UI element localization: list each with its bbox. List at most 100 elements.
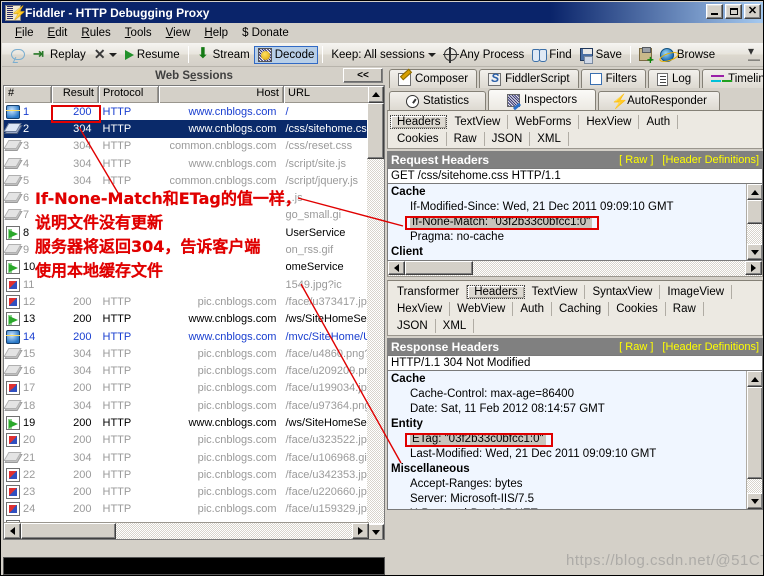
- decode-button[interactable]: Decode: [253, 45, 319, 64]
- column-header-result[interactable]: Result: [52, 86, 99, 103]
- response-header-item[interactable]: Date: Sat, 11 Feb 2012 08:14:57 GMT: [388, 402, 762, 417]
- tab-inspectors[interactable]: Inspectors: [488, 89, 597, 110]
- table-row[interactable]: 16 304 HTTP pic.cnblogs.com/face/u209209.pn…: [4, 362, 368, 379]
- request-header-item[interactable]: Accept: */*: [388, 260, 762, 261]
- menu-help[interactable]: Help: [197, 25, 235, 41]
- scroll-track[interactable]: [367, 103, 384, 523]
- request-scroll-thumb[interactable]: [747, 200, 762, 224]
- request-subtab-textview[interactable]: TextView: [447, 114, 509, 129]
- response-scroll-thumb[interactable]: [747, 387, 762, 479]
- tab-timeline[interactable]: Timeline: [702, 69, 763, 88]
- tab-statistics[interactable]: Statistics: [389, 91, 487, 110]
- resume-button[interactable]: Resume: [121, 47, 184, 63]
- remove-button[interactable]: ✕: [90, 47, 121, 63]
- request-subtab-headers[interactable]: Headers: [390, 114, 448, 129]
- menu-tools[interactable]: Tools: [118, 25, 159, 41]
- column-header-url[interactable]: URL: [284, 86, 370, 103]
- table-row[interactable]: 19 200 HTTP www.cnblogs.com/ws/SiteHomeServ…: [4, 414, 368, 431]
- tab-filters[interactable]: Filters: [580, 69, 646, 88]
- request-subtab-json[interactable]: JSON: [485, 131, 531, 146]
- scroll-right-button[interactable]: [352, 523, 369, 539]
- request-headers-vscroll[interactable]: [746, 184, 762, 260]
- menu-rules[interactable]: Rules: [74, 25, 117, 41]
- tab-log[interactable]: Log: [647, 69, 701, 88]
- table-row[interactable]: 24 200 HTTP pic.cnblogs.com/face/u159329.jp…: [4, 501, 368, 518]
- any-process-button[interactable]: Any Process: [440, 46, 529, 63]
- response-subtab-cookies[interactable]: Cookies: [609, 301, 666, 316]
- response-subtab-transformer[interactable]: Transformer: [390, 284, 468, 299]
- request-subtab-webforms[interactable]: WebForms: [508, 114, 580, 129]
- comment-button[interactable]: [7, 47, 29, 62]
- table-row[interactable]: 13 200 HTTP www.cnblogs.com/ws/SiteHomeServ…: [4, 311, 368, 328]
- response-headers-vscroll[interactable]: [746, 371, 762, 509]
- request-subtab-auth[interactable]: Auth: [639, 114, 679, 129]
- replay-button[interactable]: ⇥ Replay: [29, 46, 90, 63]
- tab-composer[interactable]: Composer: [389, 69, 478, 88]
- minimize-button[interactable]: [706, 4, 723, 19]
- sessions-vertical-scrollbar[interactable]: [367, 103, 384, 539]
- response-subtab-headers[interactable]: Headers: [467, 284, 525, 299]
- response-scroll-up-button[interactable]: [747, 371, 762, 387]
- request-header-item[interactable]: If-Modified-Since: Wed, 21 Dec 2011 09:0…: [388, 200, 762, 215]
- response-header-item[interactable]: Accept-Ranges: bytes: [388, 477, 762, 492]
- response-subtab-auth[interactable]: Auth: [513, 301, 552, 316]
- request-scroll-up-button[interactable]: [747, 184, 762, 200]
- toolbar-overflow-button[interactable]: ▾ —: [748, 45, 760, 65]
- browse-button[interactable]: Browse: [656, 46, 719, 64]
- table-row[interactable]: 21 304 HTTP pic.cnblogs.com/face/u106968.gi…: [4, 449, 368, 466]
- response-raw-link[interactable]: [ Raw ]: [619, 341, 653, 353]
- hscroll-track[interactable]: [116, 523, 352, 539]
- grid-scroll-up-button[interactable]: [368, 86, 384, 103]
- table-row[interactable]: 3 304 HTTP common.cnblogs.com/css/reset.css: [4, 138, 368, 155]
- response-header-item[interactable]: Last-Modified: Wed, 21 Dec 2011 09:09:10…: [388, 447, 762, 462]
- response-subtab-xml[interactable]: XML: [436, 318, 475, 333]
- table-row[interactable]: 10 omeService: [4, 259, 368, 276]
- response-defs-link[interactable]: [Header Definitions]: [662, 341, 759, 353]
- response-subtab-webview[interactable]: WebView: [450, 301, 514, 316]
- hscroll-thumb[interactable]: [21, 523, 116, 539]
- column-header-num[interactable]: #: [4, 86, 52, 103]
- menu-file[interactable]: File: [8, 25, 41, 41]
- menu-edit[interactable]: Edit: [41, 25, 75, 41]
- request-subtab-hexview[interactable]: HexView: [579, 114, 640, 129]
- response-subtab-caching[interactable]: Caching: [552, 301, 610, 316]
- save-button[interactable]: Save: [576, 46, 626, 64]
- request-subtab-xml[interactable]: XML: [530, 131, 569, 146]
- request-scroll-down-button[interactable]: [747, 244, 762, 260]
- maximize-button[interactable]: [725, 4, 742, 19]
- response-subtab-hexview[interactable]: HexView: [390, 301, 451, 316]
- request-hscroll-left-button[interactable]: [388, 261, 405, 275]
- response-header-item[interactable]: Cache-Control: max-age=86400: [388, 387, 762, 402]
- table-row[interactable]: 2 304 HTTP www.cnblogs.com/css/sitehome.css: [4, 120, 368, 138]
- find-button[interactable]: Find: [528, 47, 575, 63]
- collapse-panel-button[interactable]: <<: [343, 68, 383, 83]
- request-scroll-track[interactable]: [747, 224, 762, 244]
- table-row[interactable]: 23 200 HTTP pic.cnblogs.com/face/u220660.jp…: [4, 484, 368, 501]
- tab-fiddlerscript[interactable]: FiddlerScript: [479, 69, 579, 88]
- table-row[interactable]: 22 200 HTTP pic.cnblogs.com/face/u342353.jp…: [4, 466, 368, 483]
- table-row[interactable]: 5 304 HTTP common.cnblogs.com/script/jquery…: [4, 172, 368, 189]
- table-row[interactable]: 20 200 HTTP pic.cnblogs.com/face/u323522.jp…: [4, 432, 368, 449]
- request-header-item[interactable]: Pragma: no-cache: [388, 230, 762, 245]
- table-row[interactable]: 4 304 HTTP www.cnblogs.com/script/site.js: [4, 155, 368, 172]
- response-header-item[interactable]: X-Powered-By: ASP.NET: [388, 507, 762, 509]
- menu-donate[interactable]: $ Donate: [235, 25, 296, 41]
- request-raw-link[interactable]: [ Raw ]: [619, 154, 653, 166]
- table-row[interactable]: 9 on_rss.gif: [4, 241, 368, 258]
- table-row[interactable]: 18 304 HTTP pic.cnblogs.com/face/u97364.png…: [4, 397, 368, 414]
- sessions-horizontal-scrollbar[interactable]: [4, 522, 369, 539]
- table-row[interactable]: 8 UserService: [4, 224, 368, 241]
- request-defs-link[interactable]: [Header Definitions]: [662, 154, 759, 166]
- tab-autoresponder[interactable]: ⚡ AutoResponder: [598, 91, 720, 110]
- table-row[interactable]: 6 _.js: [4, 189, 368, 206]
- request-header-item[interactable]: If-None-Match: "03f2b33c0bfcc1:0": [388, 215, 762, 230]
- response-scroll-down-button[interactable]: [747, 493, 762, 509]
- table-row[interactable]: 11 1549.jpg?ic: [4, 276, 368, 293]
- response-subtab-textview[interactable]: TextView: [525, 284, 586, 299]
- keep-sessions-dropdown[interactable]: Keep: All sessions: [327, 47, 439, 63]
- column-header-host[interactable]: Host: [159, 86, 284, 103]
- capture-button[interactable]: [635, 46, 656, 65]
- stream-button[interactable]: ⬇ Stream: [193, 46, 254, 63]
- response-subtab-imageview[interactable]: ImageView: [660, 284, 733, 299]
- grid-scroll-down-button[interactable]: [367, 524, 384, 539]
